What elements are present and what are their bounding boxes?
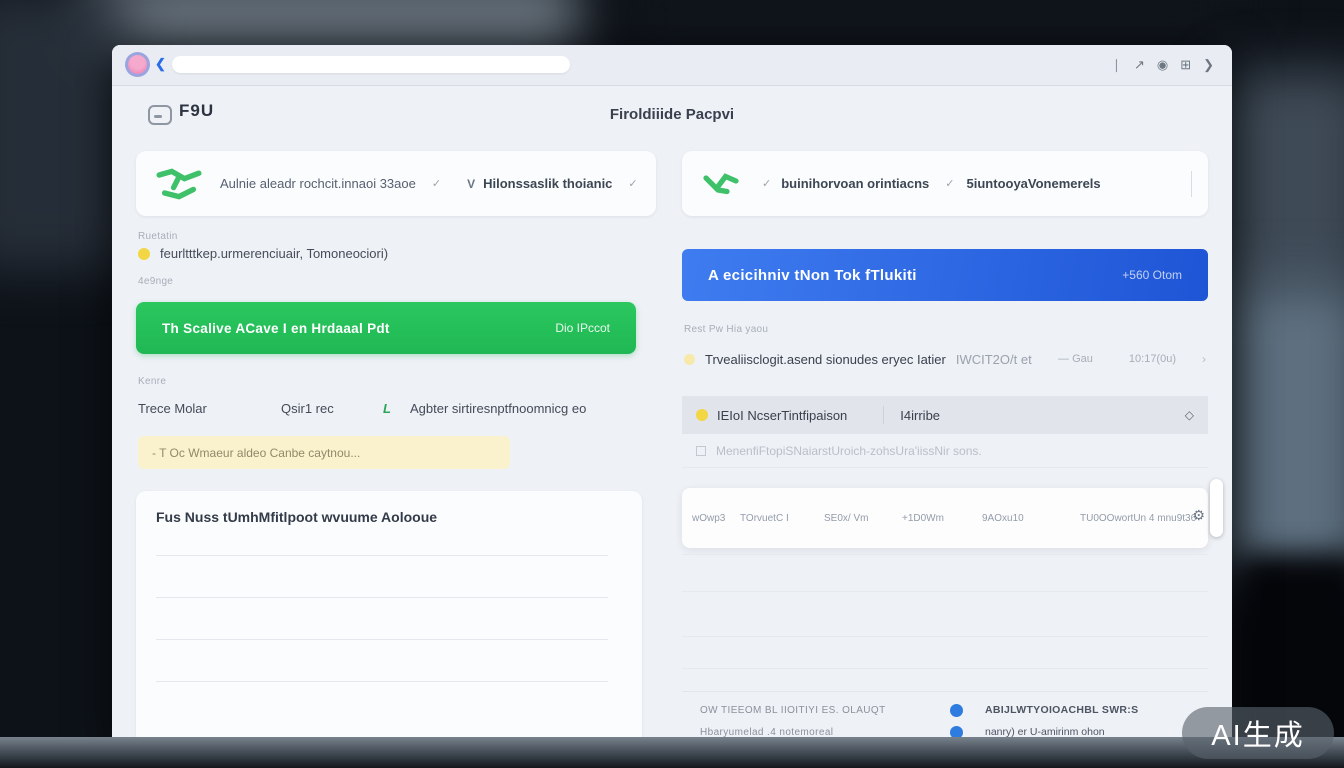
filter-icon	[696, 446, 706, 456]
grid-icon[interactable]: ⊞	[1180, 57, 1191, 73]
share-icon[interactable]: ↗	[1134, 57, 1145, 73]
account-line2: 5iuntooyaVonemerels	[967, 176, 1101, 191]
gear-icon[interactable]: ⚙	[1192, 507, 1205, 524]
field-label: 4e9nge	[138, 276, 173, 287]
avatar-face	[128, 55, 147, 74]
footer-row: OW TIEEOM BL IIOITIYI ES. OLAUQT ABIJLWT…	[682, 699, 1208, 721]
item-meta: 10:17(0u)	[1129, 353, 1176, 365]
column-header: SE0x/ Vm	[824, 513, 868, 524]
column-header: wOwp3	[692, 513, 725, 524]
divider	[156, 555, 608, 556]
account-line1: Aulnie aleadr rochcit.innaoi 33aoe	[220, 176, 416, 191]
field-value: feurltttkep.urmerenciuair, Tomoneociori)	[160, 246, 388, 261]
meta-item: Agbter sirtiresnptfnoomnicg eo	[410, 401, 586, 416]
footer-left-text: Hbaryumelad .4 notemoreal	[682, 727, 950, 738]
meta-item: Qsir1 rec	[281, 401, 334, 416]
check-icon: ✓	[628, 177, 637, 190]
divider	[682, 636, 1208, 637]
ai-watermark: AI生成	[1182, 707, 1334, 759]
yellow-dot-icon	[696, 409, 708, 421]
bg-shape	[1228, 280, 1344, 580]
left-column: Aulnie aleadr rochcit.innaoi 33aoe ✓ V H…	[136, 86, 656, 745]
check-icon: ✓	[432, 177, 441, 190]
divider	[682, 554, 1208, 555]
account-card-left[interactable]: Aulnie aleadr rochcit.innaoi 33aoe ✓ V H…	[136, 151, 656, 216]
bg-shape	[90, 0, 580, 50]
toolbar-divider-icon: ❘	[1111, 57, 1122, 73]
tab-bar: IEIoI NcserTintfipaison I4irribe ◇	[682, 396, 1208, 434]
divider	[1191, 171, 1192, 197]
screen-background: ❮ ❘ ↗ ◉ ⊞ ❯ F9U Firoldiiide Pacpvi	[0, 0, 1344, 768]
promo-banner-label: A ecicihniv tNon Tok fTlukiti	[708, 267, 917, 284]
filter-placeholder: MenenfiFtopiSNaiarstUroich-zohsUra'iissN…	[716, 444, 982, 458]
footer-left-text: OW TIEEOM BL IIOITIYI ES. OLAUQT	[682, 705, 950, 716]
primary-action-button[interactable]: Th Scalive ACave I en Hrdaaal Pdt Dio IP…	[136, 302, 636, 354]
divider	[156, 597, 608, 598]
account-card-right[interactable]: ✓ buinihorvoan orintiacns ✓ 5iuntooyaVon…	[682, 151, 1208, 216]
field-label: Kenre	[138, 376, 166, 387]
panel-footer: OW TIEEOM BL IIOITIYI ES. OLAUQT ABIJLWT…	[682, 691, 1208, 743]
item-text: Trvealiisclogit.asend sionudes eryec Iat…	[705, 352, 946, 367]
account-line1: buinihorvoan orintiacns	[781, 176, 929, 191]
primary-action-sublabel: Dio IPccot	[555, 321, 610, 335]
bg-shape	[620, 0, 1240, 40]
data-panel: wOwp3 TOrvuetC I SE0x/ Vm +1D0Wm 9AOxu10…	[682, 488, 1208, 548]
toolbar-icons: ❘ ↗ ◉ ⊞ ❯	[1111, 45, 1214, 85]
field-label: Ruetatin	[138, 231, 178, 242]
meta-item: Trece Molar	[138, 401, 207, 416]
filter-input[interactable]: MenenfiFtopiSNaiarstUroich-zohsUra'iissN…	[682, 434, 1208, 468]
divider	[156, 639, 608, 640]
field-value-row: feurltttkep.urmerenciuair, Tomoneociori)	[138, 246, 388, 261]
yellow-dot-icon	[138, 248, 150, 260]
tab-primary-label: IEIoI NcserTintfipaison	[717, 408, 847, 423]
item-suffix: IWCIT2O/t et	[956, 352, 1032, 367]
notice-text: - T Oc Wmaeur aldeo Canbe caytnou...	[152, 446, 360, 460]
divider	[682, 591, 1208, 592]
account-line2: Hilonssaslik thoianic	[483, 176, 612, 191]
column-header: TU0OOwortUn 4 mnu9t36	[1080, 513, 1196, 524]
promo-banner[interactable]: A ecicihniv tNon Tok fTlukiti +560 Otom	[682, 249, 1208, 301]
avatar[interactable]	[125, 52, 150, 77]
tab-secondary[interactable]: I4irribe	[900, 408, 940, 423]
promo-banner-value: +560 Otom	[1122, 268, 1182, 282]
column-header: 9AOxu10	[982, 513, 1024, 524]
tab-primary[interactable]: IEIoI NcserTintfipaison	[696, 408, 847, 423]
footer-right-text: ABIJLWTYOIOACHBL SWR:S	[985, 704, 1138, 716]
check-icon: ✓	[762, 177, 771, 190]
address-bar[interactable]	[172, 56, 570, 73]
list-item[interactable]: Trvealiisclogit.asend sionudes eryec Iat…	[684, 344, 1206, 374]
divider	[156, 681, 608, 682]
browser-window: ❮ ❘ ↗ ◉ ⊞ ❯ F9U Firoldiiide Pacpvi	[112, 45, 1232, 745]
check-icon: ✓	[945, 177, 954, 190]
page: F9U Firoldiiide Pacpvi Aulnie aleadr roc…	[112, 86, 1232, 745]
column-header: TOrvuetC I	[740, 513, 789, 524]
primary-action-label: Th Scalive ACave I en Hrdaaal Pdt	[162, 321, 390, 336]
bg-shape	[1222, 70, 1344, 300]
account-line2-prefix: V	[467, 177, 475, 191]
divider	[883, 406, 884, 424]
screen-bezel	[0, 737, 1344, 768]
chevron-right-icon: ›	[1202, 352, 1206, 366]
scrollbar-thumb[interactable]	[1210, 479, 1223, 537]
diamond-icon[interactable]: ◇	[1185, 408, 1194, 422]
brand-logo-icon	[698, 169, 744, 199]
section-label: Rest Pw Hia yaou	[684, 324, 768, 335]
bg-shape	[0, 0, 130, 270]
eye-icon[interactable]: ◉	[1157, 57, 1168, 73]
forward-icon[interactable]: ❯	[1203, 57, 1214, 73]
item-meta: — Gau	[1058, 353, 1093, 365]
brand-logo-icon	[152, 166, 206, 202]
list-card-title: Fus Nuss tUmhMfitlpoot wvuume Aolooue	[156, 509, 622, 525]
back-icon[interactable]: ❮	[155, 56, 166, 72]
blue-dot-icon	[950, 704, 963, 717]
browser-toolbar: ❮ ❘ ↗ ◉ ⊞ ❯	[112, 45, 1232, 86]
list-card: Fus Nuss tUmhMfitlpoot wvuume Aolooue	[136, 491, 642, 744]
yellow-dot-icon	[684, 354, 695, 365]
meta-row: Trece Molar Qsir1 rec L Agbter sirtiresn…	[136, 401, 656, 421]
right-column: ✓ buinihorvoan orintiacns ✓ 5iuntooyaVon…	[682, 86, 1208, 745]
badge-icon: L	[383, 401, 391, 416]
divider	[682, 668, 1208, 669]
notice-banner: - T Oc Wmaeur aldeo Canbe caytnou...	[138, 436, 510, 469]
column-header: +1D0Wm	[902, 513, 944, 524]
